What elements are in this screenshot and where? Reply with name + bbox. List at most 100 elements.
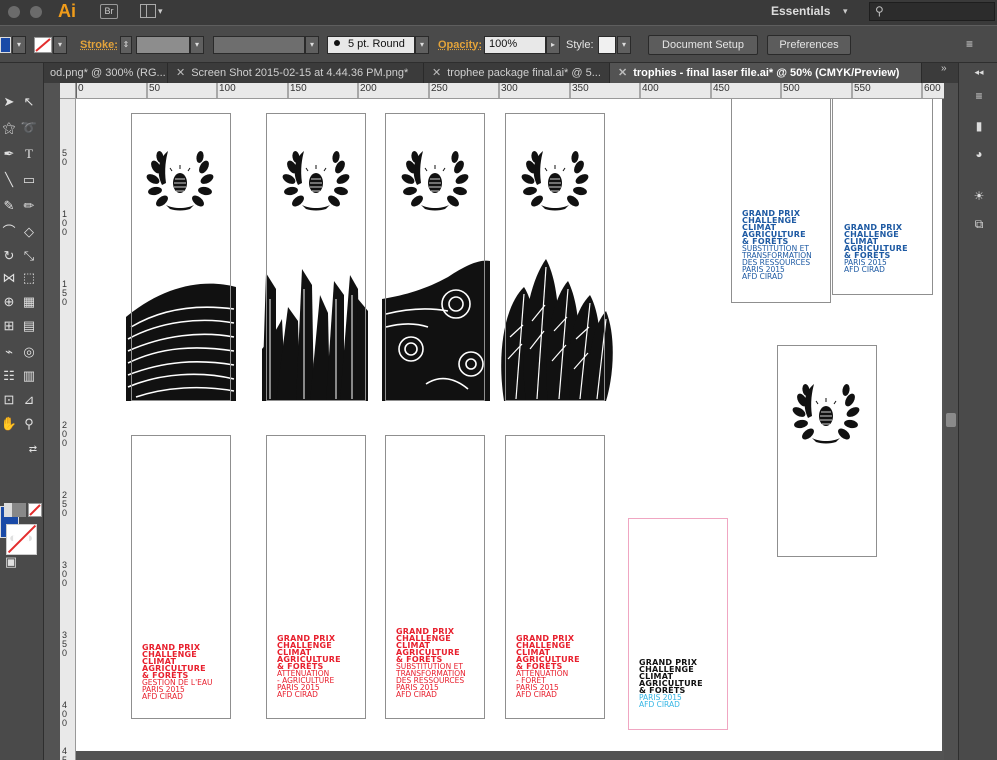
award-text-block: GRAND PRIX CHALLENGE CLIMAT AGRICULTURE … [844,223,908,274]
vertical-scrollbar[interactable] [944,83,958,760]
tab-document-3[interactable]: ✕ trophee package final.ai* @ 5... [424,63,610,83]
gradient-mode-icon[interactable] [12,503,26,517]
artboard-frame[interactable] [385,113,485,401]
width-tool-icon[interactable]: ⋈ [0,269,18,287]
close-icon[interactable]: ✕ [618,67,627,79]
artboard-frame[interactable] [266,113,366,401]
brush-definition-field[interactable]: 5 pt. Round [327,36,415,54]
scale-tool-icon[interactable]: ⤡ [20,247,38,265]
draw-behind-icon[interactable]: ◑ [20,529,38,547]
stroke-weight-field[interactable] [136,36,190,54]
layers-panel-icon[interactable]: ⧉ [971,217,987,231]
stroke-color-swatch[interactable] [34,37,52,53]
type-tool-icon[interactable]: T [20,145,38,163]
brush-value: 5 pt. Round [348,38,405,50]
swatches-panel-icon[interactable]: ▮ [971,119,987,133]
artboard-frame[interactable] [131,113,231,401]
pencil-tool-icon[interactable]: ✏ [20,197,38,215]
eraser-tool-icon[interactable]: ◇ [20,223,38,241]
blend-tool-icon[interactable]: ◎ [20,343,38,361]
none-mode-icon[interactable] [28,503,42,517]
panel-menu-icon[interactable]: ≡ [966,37,973,51]
chevron-down-icon[interactable]: ▾ [843,6,848,17]
opacity-label[interactable]: Opacity: [438,39,482,51]
panel-dock: ◂◂ ≡ ▮ ◕ ☀ ⧉ [958,63,997,760]
stroke-label[interactable]: Stroke: [80,39,118,51]
graphic-style-swatch[interactable] [598,36,616,54]
rectangle-tool-icon[interactable]: ▭ [20,171,38,189]
chevron-down-icon[interactable]: ▾ [53,36,67,54]
close-icon[interactable]: ✕ [432,67,441,79]
tab-document-active[interactable]: ✕ trophies - final laser file.ai* @ 50% (… [610,63,922,83]
perspective-grid-tool-icon[interactable]: ▦ [20,293,38,311]
lasso-tool-icon[interactable]: ➰ [20,119,38,137]
color-panel-icon[interactable]: ≡ [971,89,987,103]
opacity-field[interactable]: 100% [484,36,546,54]
symbol-sprayer-tool-icon[interactable]: ☷ [0,367,18,385]
horizontal-ruler[interactable]: 0 50 100 150 200 250 300 350 400 450 500… [76,83,944,99]
variable-width-profile[interactable] [213,36,305,54]
tab-document-1[interactable]: od.png* @ 300% (RG... [44,63,168,83]
line-tool-icon[interactable]: ╲ [0,171,18,189]
minimize-window-button[interactable] [30,6,42,18]
more-tabs-icon[interactable]: » [941,63,947,74]
arrange-documents-icon[interactable] [140,4,156,18]
magic-wand-tool-icon[interactable]: ⚝ [0,119,18,137]
swap-fill-stroke-icon[interactable]: ⇄ [24,441,42,459]
column-graph-tool-icon[interactable]: ▥ [20,367,38,385]
tab-document-2[interactable]: ✕ Screen Shot 2015-02-15 at 4.44.36 PM.pn… [168,63,424,83]
mesh-tool-icon[interactable]: ⊞ [0,317,18,335]
artboard[interactable]: GRAND PRIX CHALLENGE CLIMAT AGRICULTURE … [76,99,942,751]
selection-tool-icon[interactable]: ➤ [0,93,18,111]
direct-selection-tool-icon[interactable]: ↖ [20,93,38,111]
chevron-down-icon[interactable]: ▾ [305,36,319,54]
rotate-tool-icon[interactable]: ↻ [0,247,18,265]
ruler-tick-label: 50 [62,148,68,167]
close-window-button[interactable] [8,6,20,18]
chevron-right-icon[interactable]: ▸ [546,36,560,54]
chevron-down-icon[interactable]: ▾ [617,36,631,54]
bridge-button[interactable]: Br [100,4,118,19]
chevron-down-icon[interactable]: ▾ [158,6,163,17]
chevron-down-icon[interactable]: ▾ [415,36,429,54]
transparency-panel-icon[interactable]: ☀ [971,189,987,203]
zoom-tool-icon[interactable]: ⚲ [20,415,38,433]
artboard-frame[interactable] [505,113,605,401]
award-text-block: GRAND PRIX CHALLENGE CLIMAT AGRICULTURE … [639,658,703,709]
pen-tool-icon[interactable]: ✒ [0,145,18,163]
collapse-panels-icon[interactable]: ◂◂ [971,67,987,81]
appearance-panel-icon[interactable]: ◕ [971,147,987,161]
eyedropper-tool-icon[interactable]: ⌁ [0,343,18,361]
gradient-tool-icon[interactable]: ▤ [20,317,38,335]
scrollbar-thumb[interactable] [946,413,956,427]
document-setup-button[interactable]: Document Setup [648,35,758,55]
artboard-frame[interactable] [777,345,877,557]
close-icon[interactable]: ✕ [176,67,185,79]
shape-builder-tool-icon[interactable]: ⊕ [0,293,18,311]
stroke-weight-stepper[interactable]: ⇕ [120,36,132,54]
vertical-ruler[interactable]: 50 100 150 200 250 300 350 400 450 [60,99,76,760]
hand-tool-icon[interactable]: ✋ [0,415,18,433]
brush-dot-icon [334,40,340,46]
screen-mode-icon[interactable]: ▣ [2,553,20,571]
free-transform-tool-icon[interactable]: ⬚ [20,269,38,287]
award-text-block: GRAND PRIX CHALLENGE CLIMAT AGRICULTURE … [277,634,341,699]
fill-color-swatch[interactable] [0,37,11,53]
document-canvas[interactable]: GRAND PRIX CHALLENGE CLIMAT AGRICULTURE … [76,99,944,760]
ruler-ticks [76,83,923,98]
ruler-origin[interactable] [60,83,76,99]
artboard-tool-icon[interactable]: ⊡ [0,391,18,409]
none-swatch-icon [35,38,51,52]
ruler-tick-label: 100 [62,209,68,237]
paintbrush-tool-icon[interactable]: ✎ [0,197,18,215]
chevron-down-icon[interactable]: ▾ [190,36,204,54]
chevron-down-icon[interactable]: ▾ [12,36,26,54]
ruler-tick-label: 300 [62,560,68,588]
preferences-button[interactable]: Preferences [767,35,851,55]
search-input[interactable]: ⚲ [869,2,995,21]
tab-label: trophee package final.ai* @ 5... [447,67,601,79]
blob-brush-tool-icon[interactable]: ⌒ [0,223,18,241]
ruler-tick-label: 250 [62,490,68,518]
workspace-switcher[interactable]: Essentials [771,4,830,18]
slice-tool-icon[interactable]: ⊿ [20,391,38,409]
